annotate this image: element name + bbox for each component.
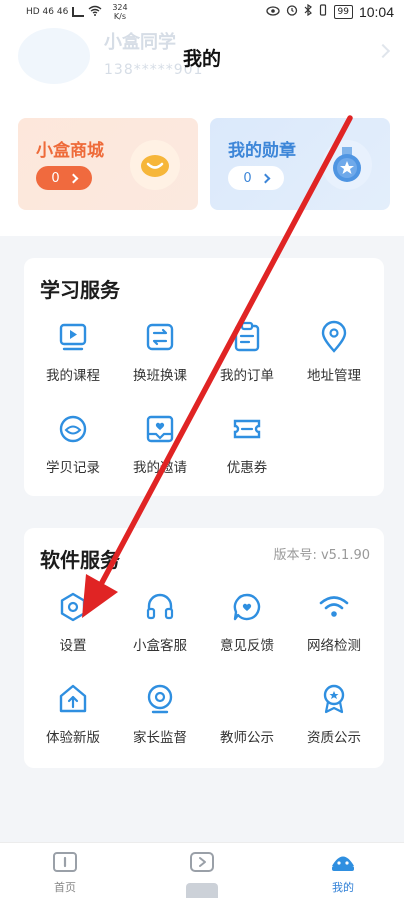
parent-icon [147,684,173,714]
grid-item-label: 体验新版 [46,730,100,746]
chevron-right-icon [68,173,79,183]
grid-item-label: 意见反馈 [220,638,274,654]
medal-card[interactable]: 我的勋章 0 [210,118,390,210]
grid-item-label: 资质公示 [307,730,361,746]
medal-count: 0 [243,170,252,186]
wifi-status-icon [88,5,102,19]
medal-card-title: 我的勋章 [228,141,296,161]
software-services-section: 软件服务 版本号: v5.1.90 设置 小盒客服 意见反馈 网络检测 体验新版… [24,528,384,768]
chevron-right-icon [260,173,271,183]
nav-home[interactable]: 首页 [30,851,100,895]
play-icon [190,852,214,872]
address-item[interactable]: 地址管理 [289,320,379,392]
version-label: 版本号: v5.1.90 [273,548,370,563]
qualification-item[interactable]: 资质公示 [289,682,379,754]
customer-service-item[interactable]: 小盒客服 [115,590,205,662]
parent-supervision-item[interactable]: 家长监督 [115,682,205,754]
bluetooth-icon [304,3,312,20]
drawer-handle[interactable] [186,883,218,898]
grid-item-label: 优惠券 [226,460,268,476]
award-icon [323,684,345,714]
grid-item-label: 教师公示 [220,730,274,746]
grid-item-label: 小盒客服 [133,638,187,654]
network-indicator: HD 46 46 324 K/s [26,3,128,21]
medal-icon [322,140,372,190]
grid-item-label: 地址管理 [307,368,361,384]
home-icon [53,852,77,872]
status-bar: HD 46 46 324 K/s 99 10:04 [0,0,404,24]
speed-unit: K/s [113,12,127,21]
teacher-notice-item[interactable]: 教师公示 [202,682,292,754]
coin-record-icon [59,415,87,443]
speed-value: 324 [112,3,128,12]
grid-item-label: 设置 [59,638,87,654]
settings-icon [60,592,86,622]
nav-profile[interactable]: 我的 [308,851,378,895]
wifi-icon [319,596,349,617]
grid-item-label: 我的课程 [46,368,100,384]
clock: 10:04 [358,4,394,20]
status-right: 99 10:04 [265,3,394,20]
alarm-icon [286,4,298,20]
my-invite-item[interactable]: 我的邀请 [115,412,205,484]
headset-icon [146,593,174,620]
try-new-version-item[interactable]: 体验新版 [28,682,118,754]
grid-item-label: 学贝记录 [46,460,100,476]
grid-item-label: 家长监督 [133,730,187,746]
grid-item-label: 我的订单 [220,368,274,384]
page-title: 我的 [182,48,221,70]
swap-icon [146,323,174,351]
feedback-icon [233,593,261,621]
profile-icon [332,856,354,871]
my-courses-item[interactable]: 我的课程 [28,320,118,392]
network-check-item[interactable]: 网络检测 [289,590,379,662]
shop-count-pill[interactable]: 0 [36,166,92,190]
page-header: 小盒同学 138*****901 我的 [0,24,404,88]
coupon-icon [233,419,261,439]
medal-count-pill[interactable]: 0 [228,166,284,190]
order-icon [234,321,260,352]
top-cards: 小盒商城 0 我的勋章 0 [0,88,404,236]
swap-class-item[interactable]: 换班换课 [115,320,205,392]
study-services-section: 学习服务 我的课程 换班换课 我的订单 地址管理 学贝记录 我的邀请 优惠券 [24,258,384,496]
shop-card[interactable]: 小盒商城 0 [18,118,198,210]
nav-label: 首页 [54,881,76,894]
invite-icon [146,415,174,443]
battery-indicator: 99 [333,5,353,19]
eye-icon [265,5,280,20]
upgrade-icon [59,684,87,713]
coupon-item[interactable]: 优惠券 [202,412,292,484]
signal-icon [72,7,85,17]
shop-count: 0 [51,170,60,186]
grid-item-label: 我的邀请 [133,460,187,476]
grid-item-label: 网络检测 [307,638,361,654]
coin-record-item[interactable]: 学贝记录 [28,412,118,484]
grid-item-label: 换班换课 [133,368,187,384]
bottom-nav: 首页 我的 [0,842,404,898]
course-icon [59,323,87,351]
network-speed: 324 K/s [112,3,127,21]
shop-card-title: 小盒商城 [36,141,104,161]
section-title: 软件服务 [40,548,120,572]
settings-item[interactable]: 设置 [28,590,118,662]
section-title: 学习服务 [40,278,120,302]
location-icon [321,320,347,353]
feedback-item[interactable]: 意见反馈 [202,590,292,662]
nav-play[interactable] [167,851,237,879]
nav-label: 我的 [332,881,354,894]
shop-bag-icon [130,140,180,190]
my-orders-item[interactable]: 我的订单 [202,320,292,392]
network-text: HD 46 46 [26,7,69,17]
vibrate-icon [318,4,328,20]
